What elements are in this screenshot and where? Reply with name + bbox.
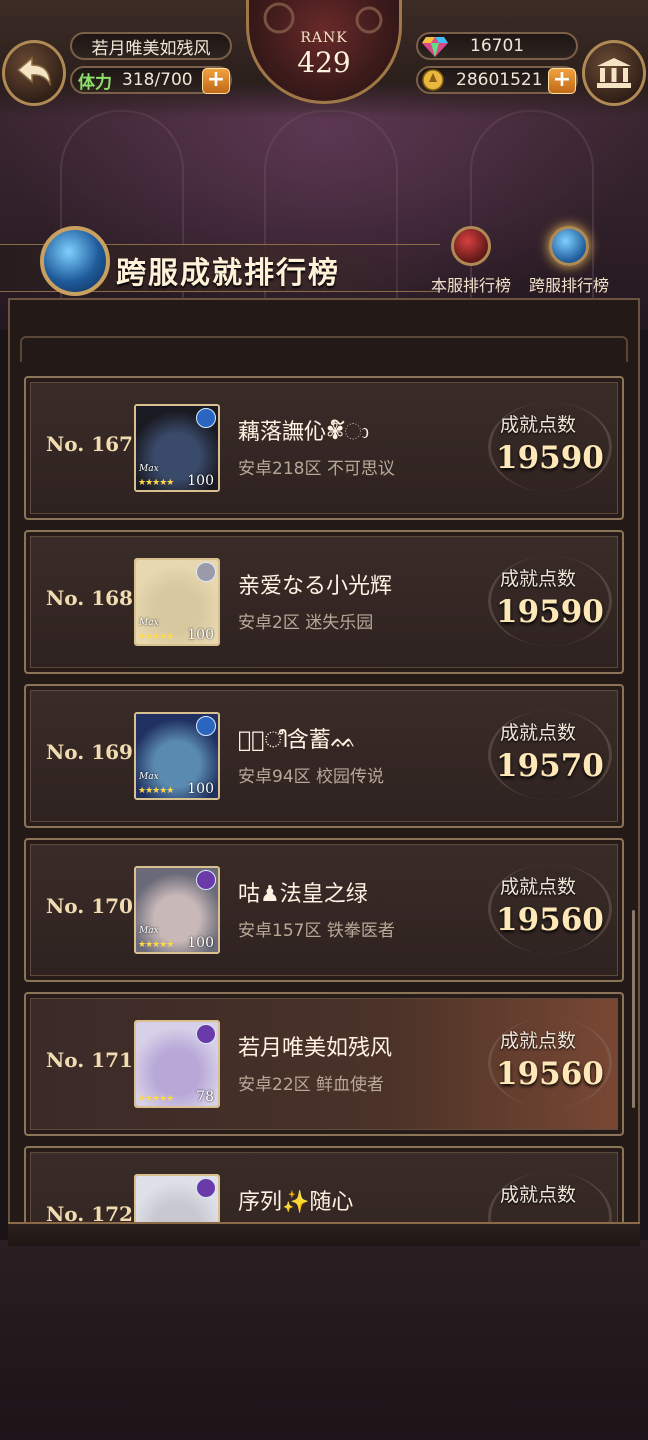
max-label: Max xyxy=(139,618,159,628)
element-icon xyxy=(196,1024,216,1044)
rank-label: RANK xyxy=(300,30,348,46)
avatar[interactable]: Max ★★★★★ 100 xyxy=(134,404,220,492)
gem-value: 16701 xyxy=(470,36,525,56)
player-name: 藕落譕伈✾໌ා xyxy=(238,420,370,445)
star-rating: ★★★★★ xyxy=(138,632,174,642)
player-name: ᕲ᷂ീ含蓄ᨐ xyxy=(238,728,357,753)
stamina-label: 体力 xyxy=(78,72,112,93)
server-info: 安卓94区 校园传说 xyxy=(238,767,385,787)
ranking-row[interactable]: No. 170 Max ★★★★★ 100 咕♟法皇之绿 安卓157区 铁拳医者… xyxy=(24,838,624,982)
ranking-row[interactable]: No. 172 序列✨随心 成就点数 xyxy=(24,1146,624,1224)
globe-emblem-icon xyxy=(40,226,110,296)
page-title: 跨服成就排行榜 xyxy=(116,256,340,291)
ranking-row[interactable]: No. 168 Max ★★★★★ 100 亲爱なる小光辉 安卓2区 迷失乐园 … xyxy=(24,530,624,674)
local-ranking-medal-icon xyxy=(451,226,491,266)
star-rating: ★★★★★ xyxy=(138,940,174,950)
character-level: 78 xyxy=(196,1089,214,1105)
score-label: 成就点数 xyxy=(500,568,577,590)
element-icon xyxy=(196,562,216,582)
avatar[interactable]: Max ★★★★★ 100 xyxy=(134,866,220,954)
avatar[interactable]: Max ★★★★★ 100 xyxy=(134,558,220,646)
player-name: 咕♟法皇之绿 xyxy=(238,882,368,907)
element-icon xyxy=(196,716,216,736)
element-icon xyxy=(196,1178,216,1198)
element-icon xyxy=(196,408,216,428)
max-label: Max xyxy=(139,464,159,474)
player-name: 序列✨随心 xyxy=(238,1190,354,1215)
rank-number: No. 167 xyxy=(46,432,133,456)
gold-coin-icon xyxy=(422,69,444,91)
score-label: 成就点数 xyxy=(500,414,577,436)
player-name: 若月唯美如残风 xyxy=(91,38,211,59)
gem-icon xyxy=(422,37,448,57)
back-button[interactable] xyxy=(2,40,66,106)
ranking-row[interactable]: No. 171 ★★★★★ 78 若月唯美如残风 安卓22区 鲜血使者 成就点数… xyxy=(24,992,624,1136)
star-rating: ★★★★★ xyxy=(138,1094,174,1104)
avatar[interactable]: Max ★★★★★ 100 xyxy=(134,712,220,800)
rank-number: No. 170 xyxy=(46,894,133,918)
panel-top-frame xyxy=(20,336,628,362)
achievement-score: 19560 xyxy=(496,902,604,938)
rank-number: No. 171 xyxy=(46,1048,133,1072)
panel-bottom-frame xyxy=(8,1222,640,1246)
player-name-plate: 若月唯美如残风 xyxy=(70,32,232,60)
score-label: 成就点数 xyxy=(500,1184,577,1206)
floor-background xyxy=(0,1240,648,1440)
ranking-list[interactable]: No. 167 Max ★★★★★ 100 藕落譕伈✾໌ා 安卓218区 不可思… xyxy=(0,372,648,1224)
max-label: Max xyxy=(139,926,159,936)
achievement-score: 19590 xyxy=(496,594,604,630)
temple-icon xyxy=(597,58,631,88)
rank-number: No. 168 xyxy=(46,586,133,610)
achievement-score: 19590 xyxy=(496,440,604,476)
score-label: 成就点数 xyxy=(500,1030,577,1052)
achievement-score: 19570 xyxy=(496,748,604,784)
player-name: 若月唯美如残风 xyxy=(238,1036,393,1061)
score-label: 成就点数 xyxy=(500,722,577,744)
ranking-row[interactable]: No. 167 Max ★★★★★ 100 藕落譕伈✾໌ා 安卓218区 不可思… xyxy=(24,376,624,520)
ranking-row[interactable]: No. 169 Max ★★★★★ 100 ᕲ᷂ീ含蓄ᨐ 安卓94区 校园传说 … xyxy=(24,684,624,828)
server-info: 安卓22区 鲜血使者 xyxy=(238,1075,385,1095)
rank-number: No. 169 xyxy=(46,740,133,764)
tab-local-ranking[interactable]: 本服排行榜 xyxy=(422,226,520,296)
score-label: 成就点数 xyxy=(500,876,577,898)
rank-value: 429 xyxy=(297,46,351,79)
gold-value: 28601521 xyxy=(456,70,543,90)
cross-server-medal-icon xyxy=(549,226,589,266)
avatar[interactable] xyxy=(134,1174,220,1224)
achievement-score: 19560 xyxy=(496,1056,604,1092)
add-stamina-button[interactable]: + xyxy=(202,68,230,94)
add-gold-button[interactable]: + xyxy=(548,68,576,94)
element-icon xyxy=(196,870,216,890)
gem-counter: 16701 xyxy=(416,32,578,60)
character-level: 100 xyxy=(187,935,214,951)
scrollbar[interactable] xyxy=(632,910,635,1108)
tab-cross-server-label: 跨服排行榜 xyxy=(528,276,609,295)
server-info: 安卓2区 迷失乐园 xyxy=(238,613,374,633)
max-label: Max xyxy=(139,772,159,782)
back-arrow-icon xyxy=(16,56,51,87)
rank-number: No. 172 xyxy=(46,1202,133,1224)
star-rating: ★★★★★ xyxy=(138,478,174,488)
character-level: 100 xyxy=(187,473,214,489)
server-info: 安卓218区 不可思议 xyxy=(238,459,395,479)
tab-cross-server-ranking[interactable]: 跨服排行榜 xyxy=(520,226,618,296)
character-level: 100 xyxy=(187,627,214,643)
tab-local-ranking-label: 本服排行榜 xyxy=(430,276,511,295)
star-rating: ★★★★★ xyxy=(138,786,174,796)
player-name: 亲爱なる小光辉 xyxy=(238,574,393,599)
home-button[interactable] xyxy=(582,40,646,106)
stamina-value: 318/700 xyxy=(122,70,193,90)
avatar[interactable]: ★★★★★ 78 xyxy=(134,1020,220,1108)
server-info: 安卓157区 铁拳医者 xyxy=(238,921,395,941)
character-level: 100 xyxy=(187,781,214,797)
